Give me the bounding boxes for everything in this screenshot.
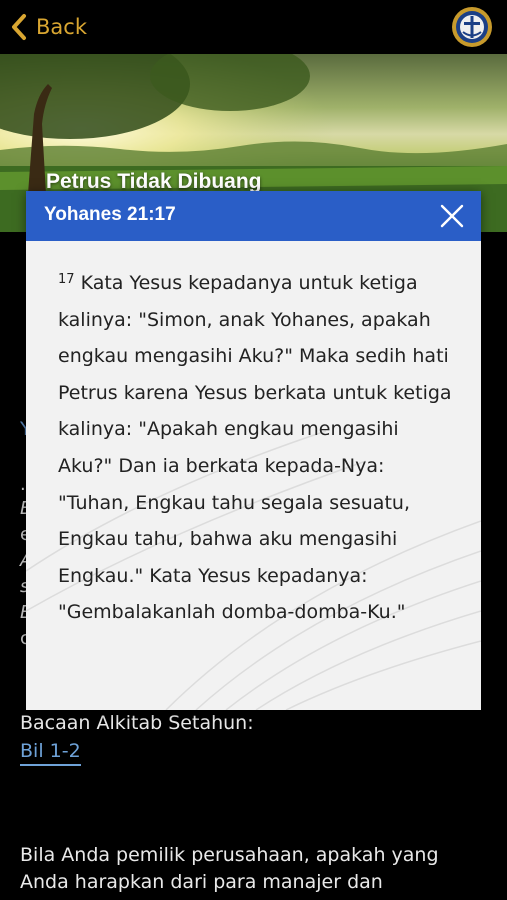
chevron-left-icon <box>12 14 26 40</box>
bible-reading-link[interactable]: Bil 1-2 <box>20 740 81 766</box>
verse-popup: Yohanes 21:17 17 Kata Yesus kepadanya un… <box>26 191 481 710</box>
back-label: Back <box>36 15 87 39</box>
article-body-line: Anda harapkan dari para manajer dan <box>20 871 383 893</box>
verse-number: 17 <box>58 272 75 287</box>
verse-text: Kata Yesus kepadanya untuk ketiga kaliny… <box>58 272 452 624</box>
church-logo-icon[interactable] <box>451 6 493 48</box>
article-body: Bila Anda pemilik perusahaan, apakah yan… <box>20 842 490 896</box>
popup-header: Yohanes 21:17 <box>26 191 481 241</box>
back-button[interactable]: Back <box>10 10 87 44</box>
verse-text-block: 17 Kata Yesus kepadanya untuk ketiga kal… <box>58 265 458 631</box>
article-body-line: Bila Anda pemilik perusahaan, apakah yan… <box>20 844 439 866</box>
top-nav-bar: Back <box>0 0 507 54</box>
close-icon[interactable] <box>439 203 465 229</box>
popup-title: Yohanes 21:17 <box>44 204 176 225</box>
bible-reading-label: Bacaan Alkitab Setahun: <box>20 712 254 734</box>
